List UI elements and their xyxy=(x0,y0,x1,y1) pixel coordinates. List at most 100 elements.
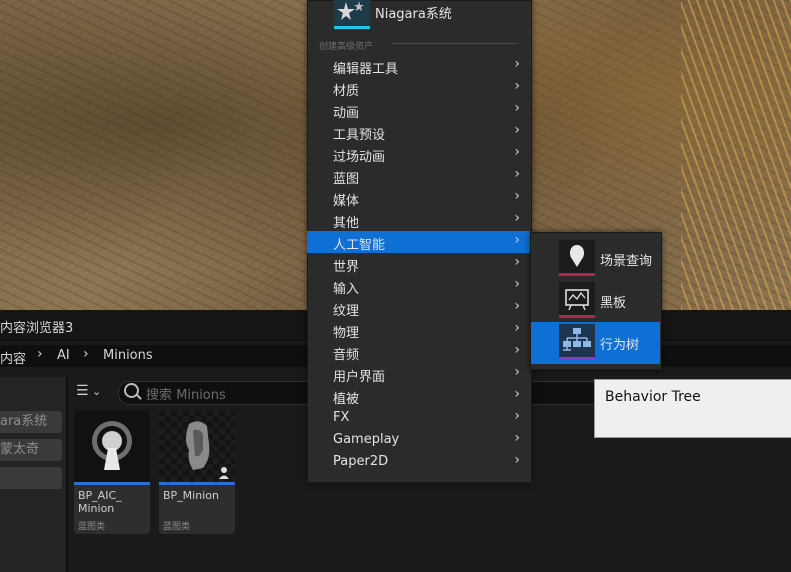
chevron-right-icon: › xyxy=(514,276,520,292)
menu-item[interactable]: 动画 › xyxy=(307,99,530,121)
chevron-right-icon: › xyxy=(514,166,520,182)
menu-item[interactable]: 输入 › xyxy=(307,275,530,297)
submenu-item-label: 黑板 xyxy=(600,296,627,311)
menu-item-label: 动画 xyxy=(333,106,360,121)
asset-tile-bp-minion[interactable]: BP_Minion 蓝图类 xyxy=(159,410,235,534)
menu-item[interactable]: Paper2D › xyxy=(307,451,530,473)
menu-item[interactable]: 纹理 › xyxy=(307,297,530,319)
menu-item[interactable]: 音频 › xyxy=(307,341,530,363)
chevron-right-icon: › xyxy=(514,408,520,424)
menu-item[interactable]: 物理 › xyxy=(307,319,530,341)
menu-item-label: 过场动画 xyxy=(333,150,386,165)
blackboard-icon xyxy=(559,282,595,318)
menu-item-niagara-label: Niagara系统 xyxy=(375,7,452,22)
menu-item[interactable]: 媒体 › xyxy=(307,187,530,209)
chevron-right-icon: › xyxy=(514,188,520,204)
menu-item[interactable]: 编辑器工具 › xyxy=(307,55,530,77)
tooltip: Behavior Tree xyxy=(594,379,791,438)
menu-item[interactable]: Gameplay › xyxy=(307,429,530,451)
search-icon xyxy=(124,383,139,398)
asset-name: BP_Minion xyxy=(163,489,219,502)
viewport-grass xyxy=(681,0,791,310)
menu-item[interactable]: 人工智能 › xyxy=(307,231,530,253)
niagara-system-icon xyxy=(334,0,370,29)
chevron-down-icon: ⌄ xyxy=(88,385,102,398)
chevron-right-icon: › xyxy=(514,56,520,72)
asset-tile-bp-aic-minion[interactable]: BP_AIC_ Minion 蓝图类 xyxy=(74,410,150,534)
breadcrumb-item-minions[interactable]: Minions xyxy=(103,348,153,363)
menu-item[interactable]: 世界 › xyxy=(307,253,530,275)
submenu-item-label: 行为树 xyxy=(600,338,640,353)
chevron-right-icon: › xyxy=(514,122,520,138)
menu-item-label: 物理 xyxy=(333,326,360,341)
asset-type-bar xyxy=(559,315,595,318)
chevron-right-icon: › xyxy=(514,100,520,116)
menu-item-label: 其他 xyxy=(333,216,360,231)
menu-item[interactable]: 工具预设 › xyxy=(307,121,530,143)
chevron-right-icon: › xyxy=(514,320,520,336)
asset-type-bar xyxy=(559,357,595,360)
filter-icon: ☰ xyxy=(76,383,89,399)
menu-item-label: 工具预设 xyxy=(333,128,386,143)
submenu-item-env-query[interactable]: 场景查询 xyxy=(531,238,660,280)
env-query-icon xyxy=(559,240,595,276)
menu-item-label: FX xyxy=(333,410,350,425)
chevron-right-icon: › xyxy=(514,144,520,160)
chevron-right-icon: › xyxy=(514,386,520,402)
menu-item[interactable]: 过场动画 › xyxy=(307,143,530,165)
menu-item-label: 输入 xyxy=(333,282,360,297)
menu-item-label: 音频 xyxy=(333,348,360,363)
tooltip-text: Behavior Tree xyxy=(605,389,701,405)
menu-item-label: 纹理 xyxy=(333,304,360,319)
menu-item-label: 人工智能 xyxy=(333,238,386,253)
breadcrumb-chevron-icon: › xyxy=(37,346,43,362)
menu-item-label: Paper2D xyxy=(333,454,389,469)
search-placeholder: 搜索 Minions xyxy=(146,388,226,403)
menu-item[interactable]: 其他 › xyxy=(307,209,530,231)
chevron-right-icon: › xyxy=(514,364,520,380)
asset-type-bar xyxy=(159,482,235,485)
menu-item-label: 用户界面 xyxy=(333,370,386,385)
chevron-right-icon: › xyxy=(514,430,520,446)
chevron-right-icon: › xyxy=(514,452,520,468)
submenu-item-label: 场景查询 xyxy=(600,254,653,269)
menu-item[interactable]: 蓝图 › xyxy=(307,165,530,187)
character-bust-icon xyxy=(159,410,235,482)
search-input-tail[interactable] xyxy=(530,381,596,405)
submenu-item-blackboard[interactable]: 黑板 xyxy=(531,280,660,322)
breadcrumb-item-ai[interactable]: AI xyxy=(57,348,70,363)
asset-type-bar xyxy=(74,482,150,485)
menu-item-label: 媒体 xyxy=(333,194,360,209)
ai-controller-icon xyxy=(74,410,150,482)
submenu-item-behavior-tree[interactable]: 行为树 xyxy=(531,322,660,364)
menu-item-label: 植被 xyxy=(333,392,360,407)
menu-item[interactable]: 材质 › xyxy=(307,77,530,99)
sidebar-item-blank[interactable] xyxy=(0,467,62,489)
chevron-right-icon: › xyxy=(514,254,520,270)
menu-item[interactable]: 用户界面 › xyxy=(307,363,530,385)
breadcrumb-chevron-icon: › xyxy=(83,346,89,362)
filter-button[interactable]: ☰ ⌄ xyxy=(76,383,101,399)
content-browser-tab[interactable]: 内容浏览器3 xyxy=(0,317,73,336)
menu-section-header: 创建高级资产 xyxy=(319,42,374,52)
menu-item-label: 世界 xyxy=(333,260,360,275)
menu-item-label: 蓝图 xyxy=(333,172,360,187)
sidebar-item-niagara[interactable]: ara系统 xyxy=(0,411,62,433)
menu-item[interactable]: FX › xyxy=(307,407,530,429)
menu-item[interactable]: 植被 › xyxy=(307,385,530,407)
breadcrumb-item-content[interactable]: 内容 xyxy=(0,348,26,367)
sidebar-item-montage[interactable]: 蒙太奇 xyxy=(0,439,62,461)
menu-item-label: Gameplay xyxy=(333,432,400,447)
menu-item-label: 编辑器工具 xyxy=(333,62,399,77)
chevron-right-icon: › xyxy=(514,298,520,314)
asset-type-bar xyxy=(559,273,595,276)
asset-name: BP_AIC_ Minion xyxy=(78,489,122,515)
chevron-right-icon: › xyxy=(514,78,520,94)
asset-type: 蓝图类 xyxy=(78,522,106,532)
chevron-right-icon: › xyxy=(514,232,520,248)
menu-section-divider xyxy=(392,43,518,44)
menu-item-label: 材质 xyxy=(333,84,360,99)
asset-type: 蓝图类 xyxy=(163,522,191,532)
chevron-right-icon: › xyxy=(514,342,520,358)
chevron-right-icon: › xyxy=(514,210,520,226)
